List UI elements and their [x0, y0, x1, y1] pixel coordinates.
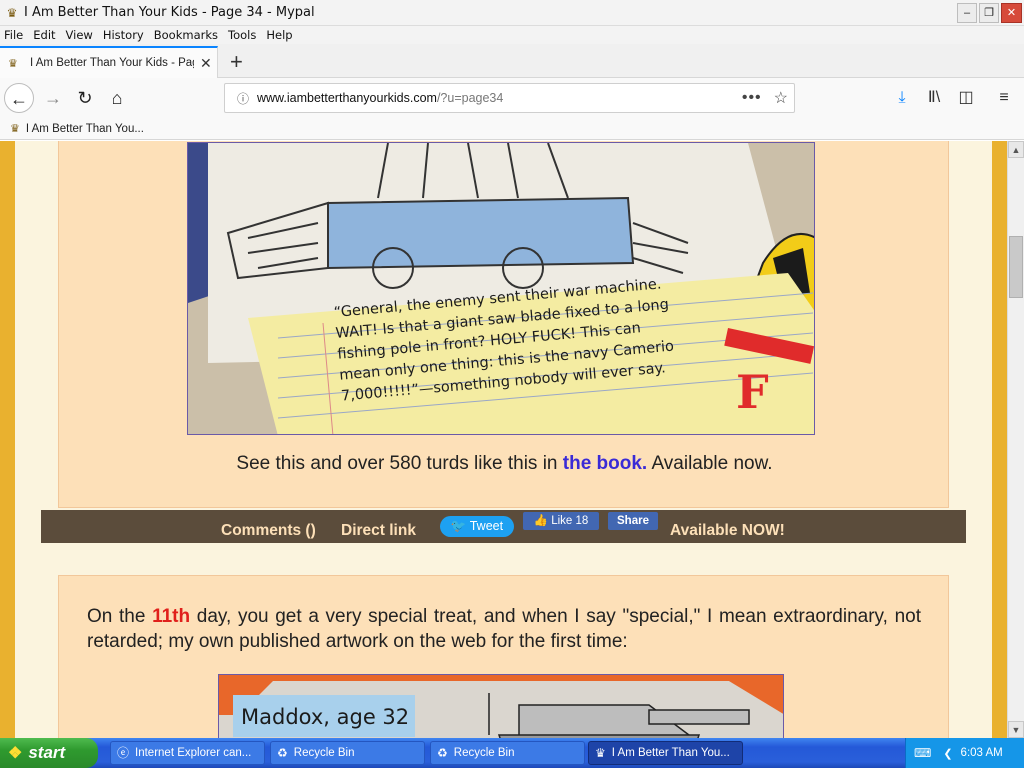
system-tray: ⌨ ❮ 6:03 AM: [905, 738, 1024, 768]
title-bar: ♛ I Am Better Than Your Kids - Page 34 -…: [0, 0, 1024, 26]
comic-card: “General, the enemy sent their war machi…: [58, 141, 949, 508]
hamburger-menu-icon[interactable]: ≡: [990, 83, 1018, 113]
twitter-bird-icon: 🐦: [450, 519, 470, 533]
crown-icon: ♛: [6, 5, 18, 20]
close-tab-icon[interactable]: ✕: [200, 55, 212, 72]
show-hidden-icons-icon[interactable]: ❮: [943, 747, 952, 760]
scrollbar-thumb[interactable]: [1009, 236, 1023, 298]
library-icon[interactable]: Ⅱ\: [920, 83, 948, 113]
taskbar-item[interactable]: ♻ Recycle Bin: [430, 741, 585, 765]
comic-author-label: Maddox, age 32: [241, 705, 410, 729]
post-paragraph: On the 11th day, you get a very special …: [87, 604, 921, 654]
taskbar-item-active[interactable]: ♛ I Am Better Than You...: [588, 741, 743, 765]
url-bar[interactable]: ⓘ www.iambetterthanyourkids.com/?u=page3…: [224, 83, 795, 113]
like-label: Like 18: [551, 515, 589, 527]
nav-bar: ← → ↻ ⌂ ⓘ www.iambetterthanyourkids.com/…: [0, 78, 1024, 118]
page-actions-icon[interactable]: •••: [742, 89, 762, 107]
menu-edit[interactable]: Edit: [33, 28, 55, 42]
day-number: 11th: [152, 606, 191, 627]
url-text[interactable]: www.iambetterthanyourkids.com/?u=page34: [257, 91, 742, 105]
tab-strip: ♛ I Am Better Than Your Kids - Page 34 -…: [0, 44, 1024, 78]
facebook-share-button[interactable]: Share: [608, 512, 658, 530]
task-label: I Am Better Than You...: [611, 747, 730, 759]
keyboard-icon[interactable]: ⌨: [914, 746, 931, 760]
post-card: On the 11th day, you get a very special …: [58, 575, 949, 738]
start-button[interactable]: ❖ start: [0, 738, 98, 768]
minimize-button[interactable]: –: [957, 2, 977, 23]
crown-icon: ♛: [10, 123, 20, 135]
comic-image: “General, the enemy sent their war machi…: [187, 142, 815, 435]
url-path: /?u=page34: [436, 91, 504, 105]
close-window-button[interactable]: ✕: [1001, 2, 1022, 23]
task-label: Internet Explorer can...: [135, 747, 252, 759]
bookmark-item[interactable]: I Am Better Than You...: [26, 123, 144, 135]
restore-button[interactable]: ❐: [979, 2, 999, 23]
taskbar: ❖ start ⓔ Internet Explorer can... ♻ Recyc…: [0, 738, 1024, 768]
scroll-up-button[interactable]: ▲: [1008, 141, 1024, 158]
comic-grade: F: [736, 365, 769, 419]
available-now-link[interactable]: Available NOW!: [670, 522, 785, 540]
share-bar: Comments () Direct link 🐦 Tweet 👍 Like 1…: [41, 510, 966, 543]
comic-image-2: Maddox, age 32: [218, 674, 784, 738]
taskbar-item[interactable]: ⓔ Internet Explorer can...: [110, 741, 265, 765]
info-icon[interactable]: ⓘ: [233, 90, 253, 107]
crown-icon: ♛: [8, 57, 18, 70]
new-tab-button[interactable]: +: [230, 50, 243, 74]
menu-bar: File Edit View History Bookmarks Tools H…: [0, 26, 1024, 44]
book-caption: See this and over 580 turds like this in…: [59, 453, 950, 475]
recycle-bin-icon: ♻: [437, 746, 448, 760]
tab-label: I Am Better Than Your Kids - Page 34 - M…: [30, 57, 194, 69]
book-link[interactable]: the book.: [563, 453, 647, 474]
tweet-button[interactable]: 🐦 Tweet: [440, 516, 514, 537]
comments-link[interactable]: Comments (): [221, 522, 316, 540]
menu-history[interactable]: History: [103, 28, 144, 42]
window-controls: – ❐ ✕: [957, 2, 1022, 23]
thumbs-up-icon: 👍: [533, 515, 552, 527]
caption-text: See this and over 580 turds like this in: [236, 453, 563, 474]
window-title: I Am Better Than Your Kids - Page 34 - M…: [24, 5, 315, 20]
tweet-label: Tweet: [469, 519, 504, 533]
ie-icon: ⓔ: [117, 746, 130, 760]
menu-file[interactable]: File: [4, 28, 23, 42]
menu-tools[interactable]: Tools: [228, 28, 256, 42]
recycle-bin-icon: ♻: [277, 746, 288, 760]
sidebar-icon[interactable]: ◫: [952, 83, 980, 113]
menu-bookmarks[interactable]: Bookmarks: [154, 28, 218, 42]
direct-link[interactable]: Direct link: [341, 522, 416, 540]
para-text: On the: [87, 606, 153, 627]
task-label: Recycle Bin: [293, 747, 355, 759]
reload-button[interactable]: ↻: [70, 83, 100, 113]
forward-button[interactable]: →: [38, 83, 68, 113]
home-button[interactable]: ⌂: [102, 83, 132, 113]
vertical-scrollbar[interactable]: ▲ ▼: [1007, 141, 1024, 738]
facebook-like-button[interactable]: 👍 Like 18: [523, 512, 599, 530]
menu-help[interactable]: Help: [266, 28, 292, 42]
menu-view[interactable]: View: [66, 28, 93, 42]
bookmarks-bar: ♛ I Am Better Than You...: [0, 118, 1024, 140]
crown-icon: ♛: [595, 746, 606, 760]
taskbar-item[interactable]: ♻ Recycle Bin: [270, 741, 425, 765]
start-label: start: [28, 743, 66, 762]
back-button[interactable]: ←: [4, 83, 34, 113]
clock[interactable]: 6:03 AM: [961, 747, 1003, 759]
para-text-after: day, you get a very special treat, and w…: [87, 606, 921, 652]
scroll-down-button[interactable]: ▼: [1008, 721, 1024, 738]
web-content: “General, the enemy sent their war machi…: [0, 141, 1007, 738]
task-label: Recycle Bin: [453, 747, 515, 759]
bookmark-star-icon[interactable]: ☆: [774, 88, 788, 108]
page-column: “General, the enemy sent their war machi…: [15, 141, 992, 738]
tab-active[interactable]: ♛ I Am Better Than Your Kids - Page 34 -…: [0, 46, 218, 78]
downloads-icon[interactable]: ⤓: [888, 83, 916, 113]
caption-text-after: Available now.: [647, 453, 773, 474]
windows-logo-icon: ❖: [8, 745, 23, 762]
url-domain: www.iambetterthanyourkids.com: [257, 91, 437, 105]
